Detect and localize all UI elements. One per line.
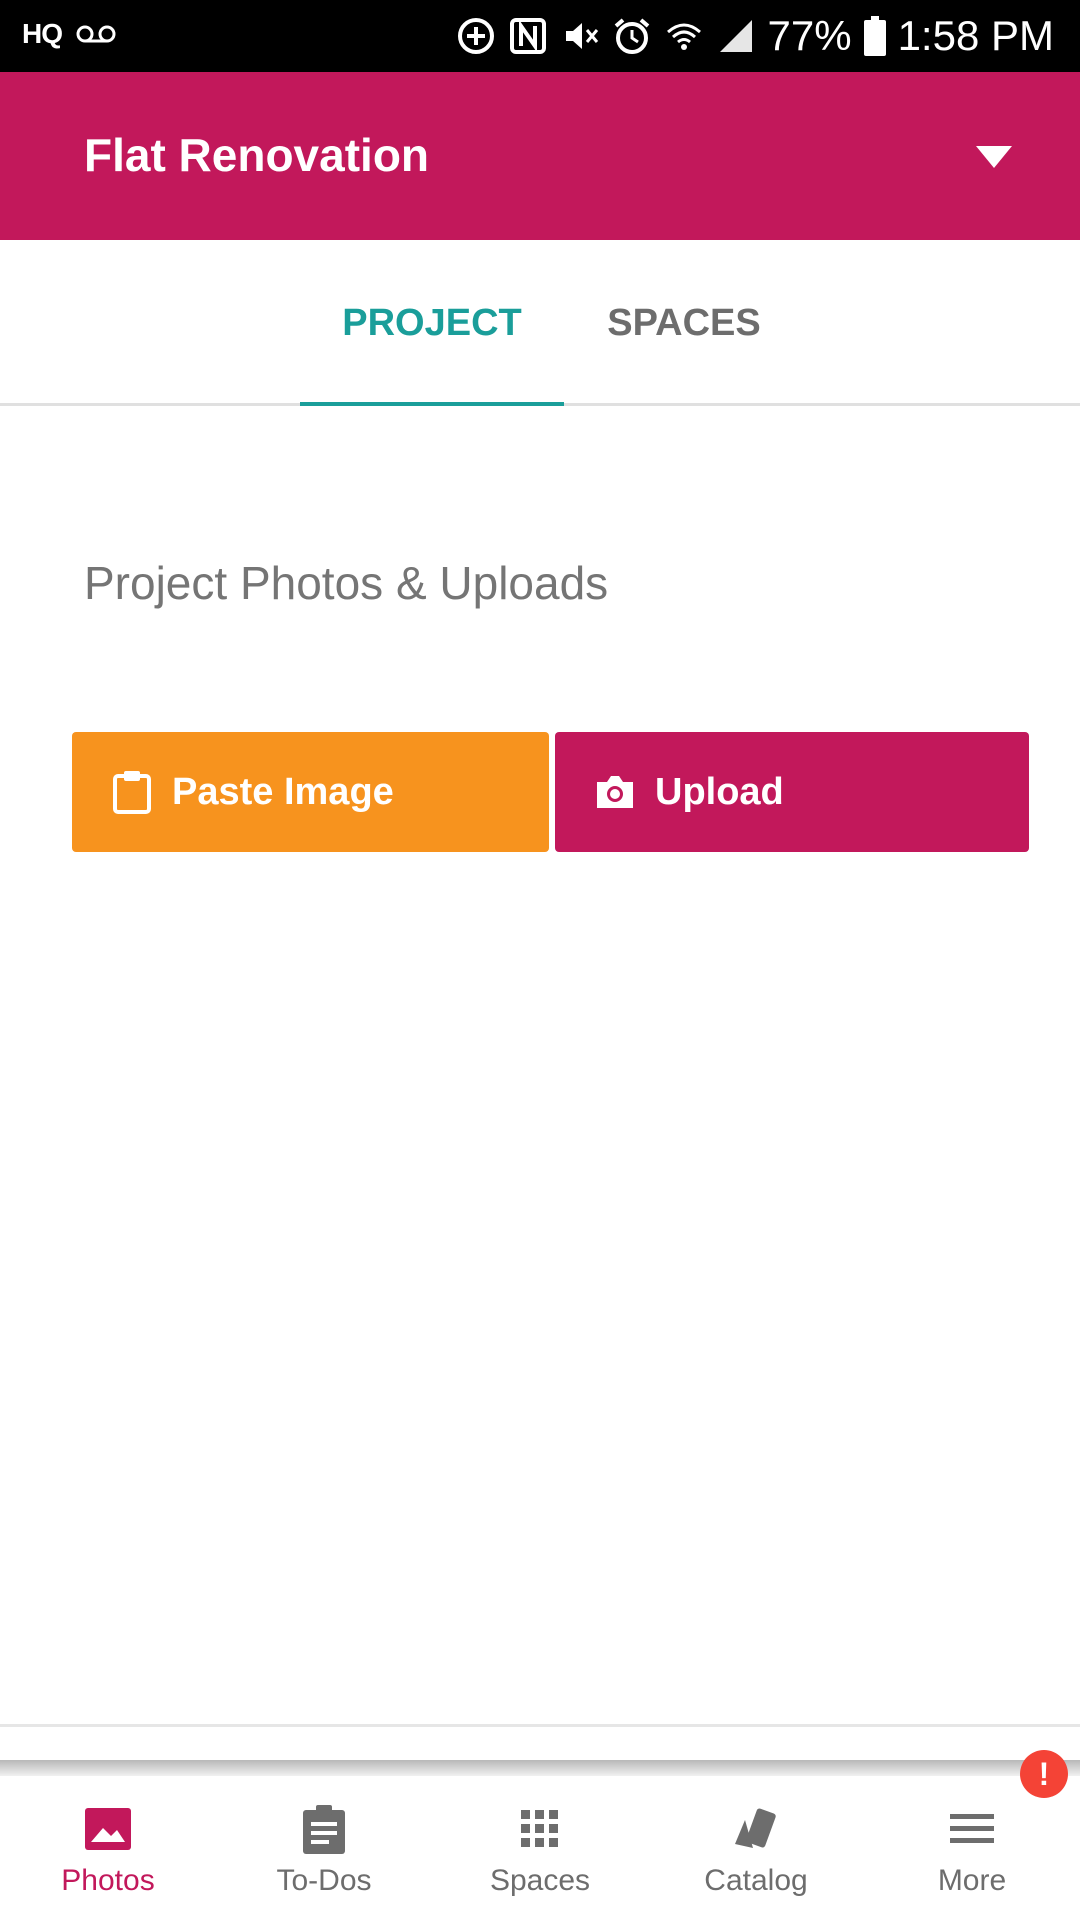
nav-photos[interactable]: Photos [0,1776,216,1920]
app-bar: Flat Renovation [0,72,1080,240]
nav-todos[interactable]: To-Dos [216,1776,432,1920]
nav-catalog-label: Catalog [704,1864,808,1897]
swatches-icon [735,1808,776,1848]
active-tab-indicator [300,402,564,406]
status-bar-left: HQ [22,18,116,50]
nav-photos-label: Photos [61,1864,155,1897]
paste-image-button[interactable]: Paste Image [72,732,549,852]
vibrate-icon [565,23,598,49]
project-title[interactable]: Flat Renovation [84,128,429,182]
nav-more-label: More [937,1864,1007,1897]
data-saver-icon [457,18,494,54]
status-bar: HQ 77% 1:58 PM [0,0,1080,72]
alert-badge[interactable]: ! [1020,1750,1068,1798]
tab-bar: PROJECT SPACES [0,240,1080,406]
clock: 1:58 PM [897,12,1054,59]
nav-todos-label: To-Dos [276,1864,372,1897]
paste-image-label: Paste Image [172,770,394,813]
grid-icon [521,1810,558,1847]
alarm-icon [614,18,649,54]
camera-icon [597,776,633,808]
bottom-navigation: Photos To-Dos Spaces Catalog More [0,1776,1080,1920]
content-divider [0,1724,1080,1727]
nav-spaces[interactable]: Spaces [432,1776,648,1920]
wifi-icon [666,23,701,50]
photo-icon [85,1808,131,1850]
upload-label: Upload [655,770,784,813]
nav-spaces-label: Spaces [489,1864,591,1897]
section-title: Project Photos & Uploads [84,557,609,609]
dropdown-arrow-icon[interactable] [974,142,1014,172]
tab-project[interactable]: PROJECT [300,240,564,406]
battery-percent: 77% [767,12,852,59]
upload-button[interactable]: Upload [555,732,1029,852]
status-bar-right: 77% 1:58 PM [456,10,1054,62]
clipboard-icon [113,771,151,814]
battery-icon [863,16,886,56]
hq-label: HQ [22,18,63,49]
signal-icon [719,20,752,52]
menu-icon [950,1814,994,1843]
clipboard-list-icon [303,1805,345,1854]
nav-catalog[interactable]: Catalog [648,1776,864,1920]
voicemail-icon [76,25,116,43]
tab-spaces[interactable]: SPACES [564,240,804,406]
nfc-icon [509,18,546,54]
